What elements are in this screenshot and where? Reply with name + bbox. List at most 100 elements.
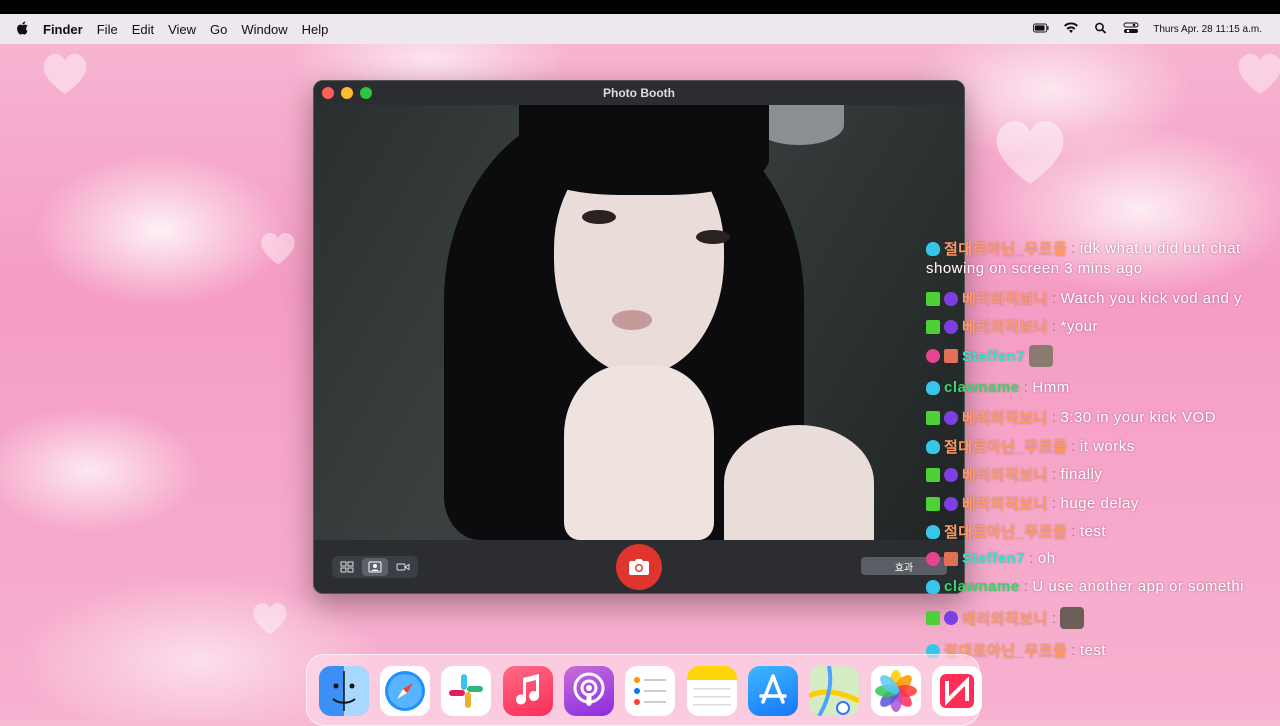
maps-icon[interactable] [809,666,859,716]
gem-icon [926,380,940,395]
chat-message: clawname: Hmm [926,379,1070,396]
camera-subject-shoulder [724,425,874,540]
wallpaper-heart-icon [40,50,90,96]
chat-message: Steffen7 [926,345,1054,367]
battery-icon[interactable] [1033,22,1049,37]
chat-colon: : [1071,642,1076,659]
chat-message: clawname: U use another app or somethi [926,578,1244,595]
chat-message: 절대로아닌_무르졸: test [926,521,1106,542]
chat-username[interactable]: 베리의직보니 [962,608,1048,629]
pink-gem-icon [926,349,940,363]
chat-text: showing on screen 3 mins ago [926,260,1143,277]
photos-icon[interactable] [871,666,921,716]
wallpaper-heart-icon [1235,50,1280,96]
mod-sword-icon [926,291,940,306]
gem-icon [926,241,940,256]
chat-text: test [1079,523,1107,540]
menu-go[interactable]: Go [210,22,227,37]
pink-gem-icon [926,551,940,566]
notes-icon[interactable] [687,666,737,716]
menu-app-name[interactable]: Finder [43,22,83,37]
safari-icon[interactable] [380,666,430,716]
spotlight-search-icon[interactable] [1093,22,1109,37]
podcasts-icon[interactable] [564,666,614,716]
window-titlebar[interactable]: Photo Booth [314,81,964,105]
camera-icon [629,559,649,575]
dock [306,654,982,726]
chat-colon: : [1071,240,1076,257]
chat-colon: : [1051,290,1057,307]
chat-username[interactable]: Steffen7 [962,348,1025,365]
chat-text: idk what u did but chat [1079,240,1241,257]
menu-view[interactable]: View [168,22,196,37]
reminders-icon[interactable] [625,666,675,716]
wallpaper-heart-icon [258,230,298,266]
photo-booth-window: Photo Booth 효과 [313,80,965,594]
chat-text: *your [1060,318,1099,335]
mod-sword-icon [926,496,940,511]
menu-datetime[interactable]: Thurs Apr. 28 11:15 a.m. [1153,24,1262,35]
window-title: Photo Booth [603,86,675,100]
menu-bar-left: Finder File Edit View Go Window Help [0,20,329,38]
menu-help[interactable]: Help [302,22,329,37]
chat-username[interactable]: 절대로아닌_무르졸 [944,238,1067,259]
menu-file[interactable]: File [97,22,118,37]
app-store-icon[interactable] [748,666,798,716]
slack-icon[interactable] [441,666,491,716]
shutter-button[interactable] [616,544,662,590]
handshake-emote [1029,345,1054,367]
chat-text: test [1079,642,1107,659]
camera-subject-bangs [519,105,769,195]
news-icon[interactable] [932,666,982,716]
top-black-strip [0,0,1280,14]
music-icon[interactable] [503,666,553,716]
gem-icon [926,579,940,594]
video-icon[interactable] [390,558,416,576]
purple-gem-icon [944,467,958,482]
purple-gem-icon [944,410,958,425]
finder-icon[interactable] [319,666,369,716]
grid-four-up-icon[interactable] [334,558,360,576]
menu-edit[interactable]: Edit [132,22,154,37]
chat-message: 베리의직보니: [926,607,1085,629]
chat-text: U use another app or somethi [1032,578,1245,595]
chat-username[interactable]: 베리의직보니 [962,316,1048,337]
chat-username[interactable]: clawname [944,379,1020,396]
photo-booth-controls: 효과 [314,540,964,593]
chat-username[interactable]: clawname [944,578,1020,595]
chat-username[interactable]: 베리의직보니 [962,407,1048,428]
menu-window[interactable]: Window [241,22,287,37]
chat-username[interactable]: 베리의직보니 [962,288,1048,309]
chat-message: 베리의직보니: Watch you kick vod and y [926,288,1242,309]
single-photo-icon[interactable] [362,558,388,576]
purple-gem-icon [944,496,958,511]
mode-selector [332,556,418,578]
chat-colon: : [1071,438,1076,455]
wallpaper-heart-icon [990,115,1070,187]
camera-subject-hand [564,365,714,540]
chat-colon: : [1029,550,1034,567]
apple-icon[interactable] [16,20,29,38]
gift-icon [944,551,958,566]
mod-sword-icon [926,467,940,482]
chat-text: it works [1079,438,1135,455]
mod-sword-icon [926,410,940,425]
wifi-icon[interactable] [1063,21,1079,37]
mod-sword-icon [926,611,940,625]
chat-message: 절대로아닌_무르졸: it works [926,436,1135,457]
gem-icon [926,524,940,539]
control-center-icon[interactable] [1123,22,1139,37]
chat-text: huge delay [1060,495,1139,512]
chat-colon: : [1051,609,1057,627]
chat-username[interactable]: Steffen7 [962,550,1025,567]
chat-message: 절대로아닌_무르졸: idk what u did but chat [926,238,1241,259]
chat-colon: : [1051,495,1057,512]
chat-username[interactable]: 절대로아닌_무르졸 [944,521,1067,542]
chat-text: oh [1037,550,1056,567]
chat-colon: : [1051,318,1057,335]
chat-username[interactable]: 베리의직보니 [962,464,1048,485]
face-emote [1060,607,1085,629]
chat-colon: : [1023,379,1029,396]
chat-username[interactable]: 베리의직보니 [962,493,1048,514]
chat-username[interactable]: 절대로아닌_무르졸 [944,436,1067,457]
